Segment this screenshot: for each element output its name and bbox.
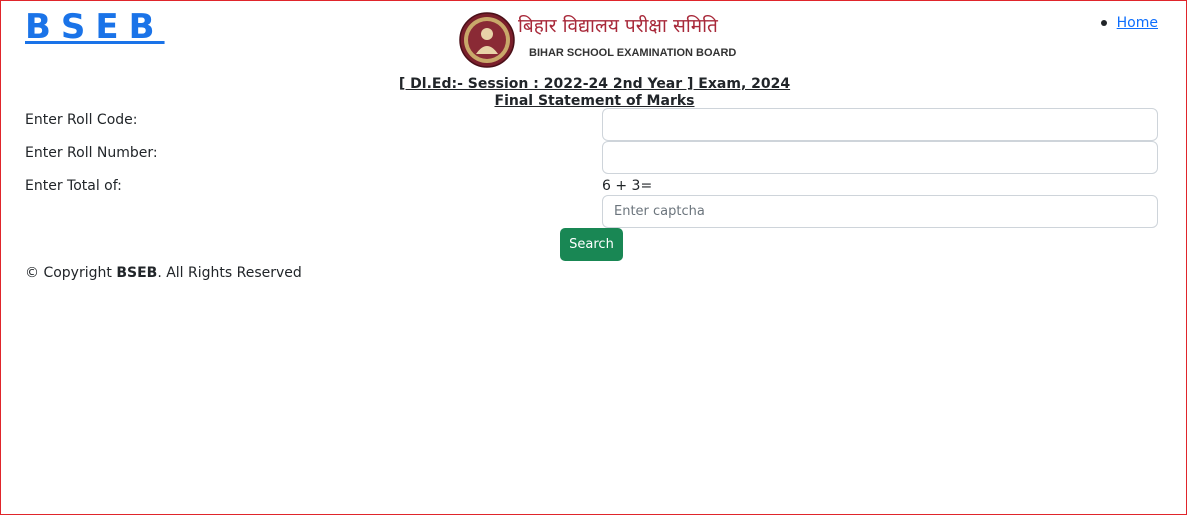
roll-number-label: Enter Roll Number:	[25, 145, 158, 161]
captcha-question: 6 + 3=	[602, 178, 653, 194]
bseb-seal-icon	[459, 12, 515, 68]
brand-link[interactable]: BSEB	[25, 7, 165, 47]
total-label: Enter Total of:	[25, 178, 122, 194]
statement-title: Final Statement of Marks	[1, 93, 1187, 109]
logo-hindi-text: बिहार विद्यालय परीक्षा समिति	[518, 15, 718, 37]
roll-code-label: Enter Roll Code:	[25, 112, 138, 128]
exam-title-text: [ Dl.Ed:- Session : 2022-24 2nd Year ] E…	[398, 76, 791, 92]
captcha-input[interactable]	[602, 195, 1158, 228]
nav-item-home: Home	[1100, 15, 1158, 31]
footer-copyright: © Copyright BSEB. All Rights Reserved	[25, 265, 302, 281]
exam-title: [ Dl.Ed:- Session : 2022-24 2nd Year ] E…	[1, 76, 1187, 92]
copyright-org: BSEB	[116, 265, 158, 281]
bseb-logo: बिहार विद्यालय परीक्षा समिति BIHAR SCHOO…	[459, 11, 736, 69]
roll-code-input[interactable]	[602, 108, 1158, 141]
logo-english-text: BIHAR SCHOOL EXAMINATION BOARD	[529, 47, 737, 59]
page-frame: BSEB बिहार विद्यालय परीक्षा समिति BIHAR …	[0, 0, 1187, 515]
home-link[interactable]: Home	[1117, 15, 1158, 31]
copyright-suffix: . All Rights Reserved	[157, 265, 302, 281]
bullet-icon	[1100, 20, 1107, 26]
top-nav: Home	[1100, 15, 1158, 31]
statement-title-text: Final Statement of Marks	[494, 93, 695, 109]
roll-number-input[interactable]	[602, 141, 1158, 174]
search-button[interactable]: Search	[560, 228, 623, 261]
copyright-prefix: © Copyright	[25, 265, 117, 281]
